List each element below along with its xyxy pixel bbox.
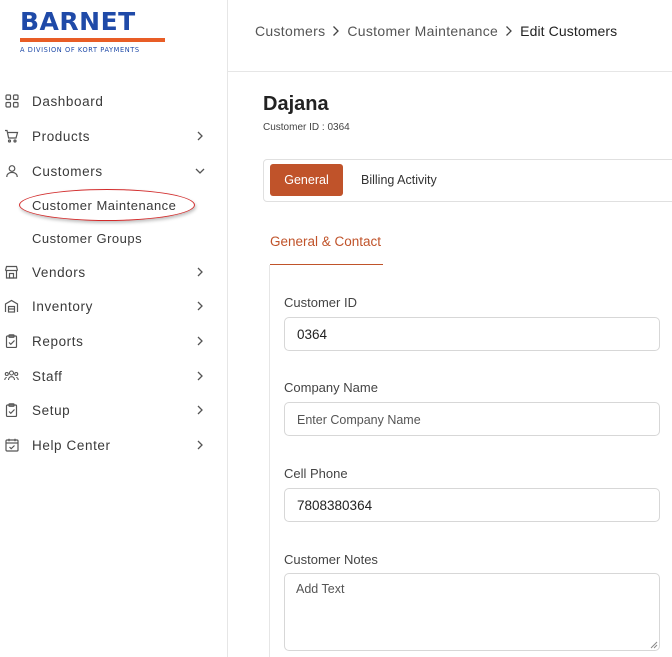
breadcrumb-customer-maintenance[interactable]: Customer Maintenance xyxy=(347,23,498,39)
chevron-right-icon xyxy=(194,439,206,451)
sidebar-subitem-label: Customer Groups xyxy=(32,230,143,246)
tab-general[interactable]: General xyxy=(270,164,343,196)
sidebar: BARNET A DIVISION OF KORT PAYMENTS Dashb… xyxy=(0,0,228,657)
section-tab-general-contact[interactable]: General & Contact xyxy=(270,234,381,249)
brand-tagline: A DIVISION OF KORT PAYMENTS xyxy=(20,46,140,54)
chevron-right-icon xyxy=(332,25,340,37)
top-header: Customers Customer Maintenance Edit Cust… xyxy=(228,0,672,72)
sidebar-item-label: Staff xyxy=(32,368,63,384)
sidebar-subitem-label: Customer Maintenance xyxy=(32,197,177,213)
sidebar-item-staff[interactable]: Staff xyxy=(0,361,227,391)
sidebar-item-products[interactable]: Products xyxy=(0,121,227,151)
sidebar-item-label: Setup xyxy=(32,402,71,418)
page-title: Dajana xyxy=(263,93,329,115)
cell-phone-label: Cell Phone xyxy=(284,466,348,481)
chevron-right-icon xyxy=(194,130,206,142)
warehouse-icon xyxy=(4,299,19,314)
company-name-label: Company Name xyxy=(284,380,378,395)
users-icon xyxy=(4,369,19,384)
sidebar-item-label: Dashboard xyxy=(32,93,104,109)
chevron-right-icon xyxy=(505,25,513,37)
brand-name: BARNET xyxy=(20,7,136,36)
sidebar-item-reports[interactable]: Reports xyxy=(0,326,227,356)
sidebar-item-help-center[interactable]: Help Center xyxy=(0,430,227,460)
sidebar-item-inventory[interactable]: Inventory xyxy=(0,291,227,321)
grid-icon xyxy=(4,94,19,109)
sidebar-item-label: Customers xyxy=(32,163,103,179)
company-name-field[interactable] xyxy=(284,402,660,436)
customer-id-subtitle: Customer ID : 0364 xyxy=(263,122,350,133)
sidebar-item-dashboard[interactable]: Dashboard xyxy=(0,86,227,116)
breadcrumb-edit-customers: Edit Customers xyxy=(520,23,618,39)
customer-id-label: Customer ID xyxy=(284,295,357,310)
customer-notes-label: Customer Notes xyxy=(284,552,378,567)
chevron-right-icon xyxy=(194,335,206,347)
user-icon xyxy=(4,164,19,179)
sidebar-subitem-customer-maintenance[interactable]: Customer Maintenance xyxy=(0,192,227,218)
customer-id-field[interactable] xyxy=(284,317,660,351)
calendar-check-icon xyxy=(4,438,19,453)
sidebar-item-label: Help Center xyxy=(32,437,111,453)
chevron-down-icon xyxy=(194,165,206,177)
store-icon xyxy=(4,265,19,280)
tab-billing-activity[interactable]: Billing Activity xyxy=(361,164,437,196)
chevron-right-icon xyxy=(194,300,206,312)
sidebar-subitem-customer-groups[interactable]: Customer Groups xyxy=(0,225,227,251)
sidebar-item-vendors[interactable]: Vendors xyxy=(0,257,227,287)
cart-icon xyxy=(4,129,19,144)
brand-logo[interactable]: BARNET A DIVISION OF KORT PAYMENTS xyxy=(20,8,165,54)
clipboard-icon xyxy=(4,334,19,349)
chevron-right-icon xyxy=(194,266,206,278)
sidebar-item-label: Products xyxy=(32,128,91,144)
brand-underline xyxy=(20,38,165,42)
clipboard-icon xyxy=(4,403,19,418)
chevron-right-icon xyxy=(194,370,206,382)
sidebar-item-label: Vendors xyxy=(32,264,86,280)
resize-handle-icon[interactable] xyxy=(649,640,658,649)
sidebar-item-customers[interactable]: Customers xyxy=(0,156,227,186)
breadcrumb-customers[interactable]: Customers xyxy=(255,23,325,39)
breadcrumb: Customers Customer Maintenance Edit Cust… xyxy=(255,23,617,39)
cell-phone-field[interactable] xyxy=(284,488,660,522)
customer-notes-field[interactable] xyxy=(284,573,660,651)
sidebar-item-setup[interactable]: Setup xyxy=(0,395,227,425)
sidebar-item-label: Inventory xyxy=(32,298,93,314)
sidebar-item-label: Reports xyxy=(32,333,84,349)
chevron-right-icon xyxy=(194,404,206,416)
